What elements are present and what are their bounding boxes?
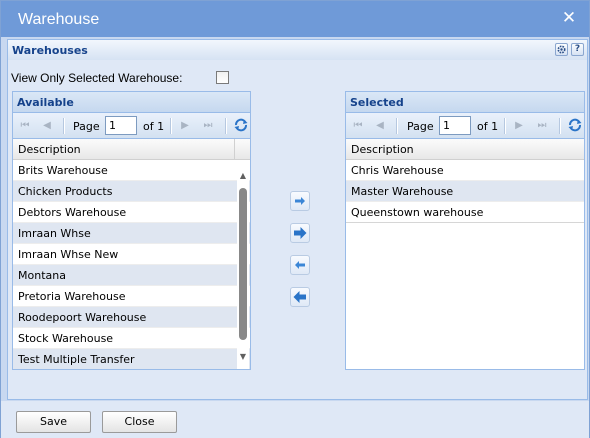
description-column-label: Description — [18, 143, 81, 156]
prev-page-icon[interactable]: ◀ — [374, 120, 386, 132]
available-grid-title: Available — [13, 92, 250, 113]
toolbar-separator — [559, 118, 561, 134]
available-column-header[interactable]: Description — [13, 139, 250, 160]
toolbar-separator — [504, 118, 506, 134]
move-left-icon — [295, 261, 305, 269]
toolbar-separator — [170, 118, 172, 134]
selected-pager-toolbar: ⏮ ◀ Page 1 of 1 ▶ ⏭ — [346, 113, 584, 139]
warehouses-panel-title: Warehouses — [12, 44, 88, 57]
available-grid: Available ⏮ ◀ Page 1 of 1 ▶ ⏭ Descriptio — [12, 91, 251, 370]
move-all-left-icon — [293, 291, 306, 303]
last-page-icon[interactable]: ⏭ — [202, 120, 214, 132]
page-label: Page — [407, 120, 434, 133]
close-button[interactable]: Close — [102, 411, 177, 433]
move-all-left-button[interactable] — [290, 287, 310, 307]
move-all-right-icon — [294, 227, 307, 239]
page-number-input[interactable]: 1 — [439, 116, 471, 135]
first-page-icon[interactable]: ⏮ — [19, 120, 31, 132]
available-pager-toolbar: ⏮ ◀ Page 1 of 1 ▶ ⏭ — [13, 113, 250, 139]
first-page-icon[interactable]: ⏮ — [352, 120, 364, 132]
gear-icon[interactable] — [555, 43, 568, 56]
view-only-selected-checkbox[interactable] — [216, 71, 229, 84]
next-page-icon[interactable]: ▶ — [179, 120, 191, 132]
view-only-selected-label: View Only Selected Warehouse: — [11, 71, 183, 85]
move-left-button[interactable] — [290, 255, 310, 275]
scroll-up-icon[interactable]: ▲ — [238, 171, 248, 181]
selected-column-header[interactable]: Description — [346, 139, 584, 160]
page-label: Page — [73, 120, 100, 133]
list-item[interactable]: Queenstown warehouse — [346, 202, 584, 223]
move-right-button[interactable] — [290, 191, 310, 211]
next-page-icon[interactable]: ▶ — [513, 120, 525, 132]
save-button[interactable]: Save — [16, 411, 91, 433]
list-item[interactable]: Brits Warehouse — [13, 160, 250, 181]
list-item[interactable]: Imraan Whse — [13, 223, 250, 244]
column-divider — [234, 139, 235, 159]
page-number-input[interactable]: 1 — [105, 116, 137, 135]
toolbar-separator — [396, 118, 398, 134]
prev-page-icon[interactable]: ◀ — [41, 120, 53, 132]
move-all-right-button[interactable] — [290, 223, 310, 243]
window-title: Warehouse — [18, 11, 100, 28]
list-item[interactable]: Debtors Warehouse — [13, 202, 250, 223]
warehouse-window: Warehouse ✕ Warehouses ? View Only Selec… — [0, 0, 590, 438]
list-item[interactable]: Stock Warehouse — [13, 328, 250, 349]
last-page-icon[interactable]: ⏭ — [536, 120, 548, 132]
selected-grid: Selected ⏮ ◀ Page 1 of 1 ▶ ⏭ Description — [345, 91, 585, 370]
window-titlebar[interactable]: Warehouse ✕ — [1, 1, 589, 37]
available-scrollbar[interactable]: ▲ ▼ — [237, 166, 249, 369]
list-item[interactable]: Montana — [13, 265, 250, 286]
refresh-icon[interactable] — [567, 117, 583, 133]
list-item[interactable]: Imraan Whse New — [13, 244, 250, 265]
list-item[interactable]: Pretoria Warehouse — [13, 286, 250, 307]
selected-grid-title: Selected — [346, 92, 584, 113]
list-item[interactable]: Test Multiple Transfer — [13, 349, 250, 369]
help-icon[interactable]: ? — [571, 43, 584, 56]
move-right-icon — [295, 197, 305, 205]
warehouses-panel-header: Warehouses ? — [7, 39, 588, 61]
list-item[interactable]: Master Warehouse — [346, 181, 584, 202]
selected-rows: Chris Warehouse Master Warehouse Queenst… — [346, 160, 584, 223]
list-item[interactable]: Chicken Products — [13, 181, 250, 202]
close-icon[interactable]: ✕ — [561, 10, 577, 27]
list-item[interactable]: Chris Warehouse — [346, 160, 584, 181]
toolbar-separator — [225, 118, 227, 134]
scroll-down-icon[interactable]: ▼ — [238, 352, 248, 362]
toolbar-separator — [63, 118, 65, 134]
description-column-label: Description — [351, 143, 414, 156]
list-item[interactable]: Roodepoort Warehouse — [13, 307, 250, 328]
page-count-label: of 1 — [143, 120, 165, 133]
page-count-label: of 1 — [477, 120, 499, 133]
available-rows: Brits Warehouse Chicken Products Debtors… — [13, 160, 250, 369]
scroll-thumb[interactable] — [239, 188, 247, 340]
refresh-icon[interactable] — [233, 117, 249, 133]
